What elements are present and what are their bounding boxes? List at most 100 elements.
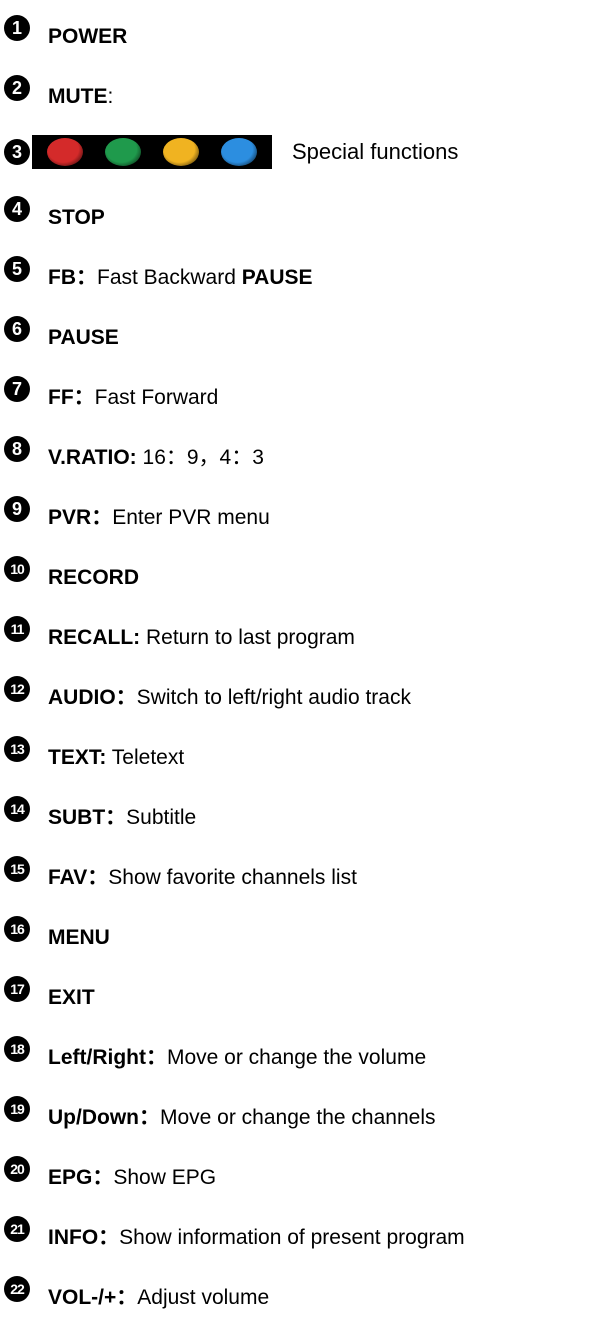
key-label: RECORD: [48, 566, 140, 589]
item-text: FAV：Show favorite channels list: [48, 863, 357, 893]
key-description: Fast Forward: [94, 386, 219, 409]
list-item: 11 RECALL: Return to last program: [4, 616, 355, 649]
key-label: INFO: [48, 1226, 99, 1249]
key-label: SUBT: [48, 806, 106, 829]
list-item: 9 PVR：Enter PVR menu: [4, 496, 270, 529]
key-label: EPG: [48, 1166, 93, 1189]
list-item: 12 AUDIO：Switch to left/right audio trac…: [4, 676, 411, 709]
list-item: 14 SUBT：Subtitle: [4, 796, 196, 829]
key-label: PAUSE: [48, 326, 119, 349]
list-item: 8 V.RATIO: 16：9，4：3: [4, 436, 264, 469]
key-description: Show information of present program: [119, 1226, 465, 1249]
key-description: Return to last program: [140, 626, 355, 649]
number-badge: 6: [4, 316, 30, 342]
item-text: Up/Down：Move or change the channels: [48, 1103, 436, 1133]
list-item: 13 TEXT: Teletext: [4, 736, 184, 769]
key-separator: ：: [138, 1106, 160, 1129]
key-description: Switch to left/right audio track: [136, 686, 411, 709]
item-text: V.RATIO: 16：9，4：3: [48, 443, 264, 473]
number-badge: 13: [4, 736, 30, 762]
number-badge: 1: [4, 15, 30, 41]
key-separator: ：: [98, 1226, 120, 1249]
number-badge: 21: [4, 1216, 30, 1242]
number-badge: 3: [4, 139, 30, 165]
key-separator: ：: [105, 806, 127, 829]
list-item: 4 STOP: [4, 196, 105, 229]
key-description: Teletext: [106, 746, 185, 769]
key-tail: PAUSE: [241, 266, 313, 289]
color-buttons-image: [32, 135, 272, 169]
number-badge: 2: [4, 75, 30, 101]
list-item: 21 INFO：Show information of present prog…: [4, 1216, 465, 1249]
key-label: FF: [48, 386, 74, 409]
list-item: 15 FAV：Show favorite channels list: [4, 856, 357, 889]
list-item: 18 Left/Right：Move or change the volume: [4, 1036, 426, 1069]
key-description: Show EPG: [113, 1166, 217, 1189]
list-item: 17 EXIT: [4, 976, 95, 1009]
number-badge: 18: [4, 1036, 30, 1062]
number-badge: 4: [4, 196, 30, 222]
key-separator: :: [107, 85, 114, 108]
key-separator: ：: [92, 1166, 114, 1189]
key-label: MENU: [48, 926, 110, 949]
key-label: VOL-/+: [48, 1286, 117, 1309]
key-separator: ：: [76, 266, 97, 289]
item-text: STOP: [48, 203, 105, 233]
key-separator: ：: [115, 686, 137, 709]
key-label: EXIT: [48, 986, 95, 1009]
list-item: 20 EPG：Show EPG: [4, 1156, 216, 1189]
item-text: MUTE:: [48, 82, 113, 112]
key-label: RECALL:: [48, 626, 141, 649]
key-label: V.RATIO:: [48, 446, 137, 469]
key-description: Subtitle: [126, 806, 197, 829]
key-description: Adjust volume: [137, 1286, 270, 1309]
number-badge: 11: [4, 616, 30, 642]
item-text: EPG：Show EPG: [48, 1163, 216, 1193]
item-text: RECALL: Return to last program: [48, 623, 355, 653]
key-description: Enter PVR menu: [112, 506, 270, 529]
item-text: RECORD: [48, 563, 139, 593]
list-item: 6 PAUSE: [4, 316, 119, 349]
key-description: Fast Backward: [97, 266, 242, 289]
number-badge: 14: [4, 796, 30, 822]
list-item: 5 FB：Fast Backward PAUSE: [4, 256, 313, 289]
key-label: PVR: [48, 506, 92, 529]
key-label: POWER: [48, 25, 128, 48]
number-badge: 8: [4, 436, 30, 462]
red-button-icon: [47, 138, 83, 166]
key-label: MUTE: [48, 85, 108, 108]
item-text: PAUSE: [48, 323, 119, 353]
item-text: VOL-/+：Adjust volume: [48, 1283, 269, 1313]
number-badge: 7: [4, 376, 30, 402]
list-item: 10 RECORD: [4, 556, 139, 589]
key-label: AUDIO: [48, 686, 116, 709]
key-label: Left/Right: [48, 1046, 146, 1069]
key-separator: ：: [73, 386, 95, 409]
item-text: EXIT: [48, 983, 95, 1013]
key-description: Move or change the channels: [159, 1106, 436, 1129]
item-text: FB：Fast Backward PAUSE: [48, 263, 313, 293]
list-item: 3 Special functions: [4, 135, 459, 169]
key-separator: ：: [145, 1046, 167, 1069]
number-badge: 12: [4, 676, 30, 702]
number-badge: 19: [4, 1096, 30, 1122]
item-text: MENU: [48, 923, 110, 953]
key-separator: ：: [87, 866, 109, 889]
key-label: STOP: [48, 206, 105, 229]
item-text: AUDIO：Switch to left/right audio track: [48, 683, 411, 713]
list-item: 7 FF：Fast Forward: [4, 376, 219, 409]
number-badge: 10: [4, 556, 30, 582]
number-badge: 17: [4, 976, 30, 1002]
item-text: TEXT: Teletext: [48, 743, 184, 773]
key-separator: ：: [91, 506, 113, 529]
item-text: SUBT：Subtitle: [48, 803, 196, 833]
list-item: 16 MENU: [4, 916, 110, 949]
item-text: POWER: [48, 22, 127, 52]
yellow-button-icon: [163, 138, 199, 166]
list-item: 19 Up/Down：Move or change the channels: [4, 1096, 436, 1129]
number-badge: 22: [4, 1276, 30, 1302]
list-item: 22 VOL-/+：Adjust volume: [4, 1276, 269, 1309]
key-description: Show favorite channels list: [108, 866, 357, 889]
key-separator: ：: [116, 1286, 138, 1309]
special-functions-label: Special functions: [292, 139, 459, 164]
